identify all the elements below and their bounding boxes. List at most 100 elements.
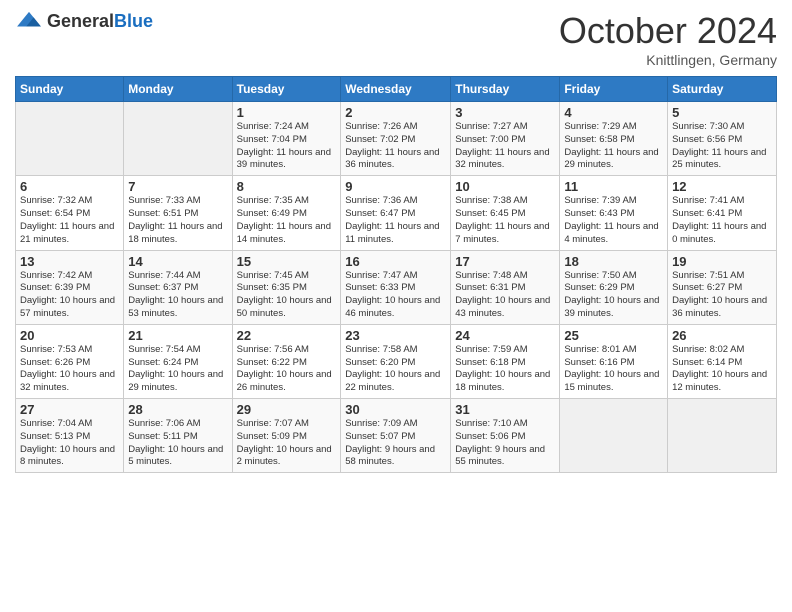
day-info: Sunrise: 7:29 AM Sunset: 6:58 PM Dayligh… (564, 121, 663, 172)
week-row-4: 20Sunrise: 7:53 AM Sunset: 6:26 PM Dayli… (16, 324, 777, 398)
week-row-2: 6Sunrise: 7:32 AM Sunset: 6:54 PM Daylig… (16, 176, 777, 250)
day-cell: 27Sunrise: 7:04 AM Sunset: 5:13 PM Dayli… (16, 399, 124, 473)
day-info: Sunrise: 7:33 AM Sunset: 6:51 PM Dayligh… (128, 195, 227, 246)
day-info: Sunrise: 7:07 AM Sunset: 5:09 PM Dayligh… (237, 418, 337, 469)
day-number: 7 (128, 179, 227, 194)
day-info: Sunrise: 7:41 AM Sunset: 6:41 PM Dayligh… (672, 195, 772, 246)
day-info: Sunrise: 7:24 AM Sunset: 7:04 PM Dayligh… (237, 121, 337, 172)
day-info: Sunrise: 7:44 AM Sunset: 6:37 PM Dayligh… (128, 270, 227, 321)
day-info: Sunrise: 7:09 AM Sunset: 5:07 PM Dayligh… (345, 418, 446, 469)
day-cell: 26Sunrise: 8:02 AM Sunset: 6:14 PM Dayli… (668, 324, 777, 398)
day-info: Sunrise: 7:48 AM Sunset: 6:31 PM Dayligh… (455, 270, 555, 321)
day-cell: 25Sunrise: 8:01 AM Sunset: 6:16 PM Dayli… (560, 324, 668, 398)
day-info: Sunrise: 7:56 AM Sunset: 6:22 PM Dayligh… (237, 344, 337, 395)
day-number: 29 (237, 402, 337, 417)
day-number: 11 (564, 179, 663, 194)
day-info: Sunrise: 7:54 AM Sunset: 6:24 PM Dayligh… (128, 344, 227, 395)
day-cell: 4Sunrise: 7:29 AM Sunset: 6:58 PM Daylig… (560, 102, 668, 176)
day-cell: 3Sunrise: 7:27 AM Sunset: 7:00 PM Daylig… (451, 102, 560, 176)
day-info: Sunrise: 7:36 AM Sunset: 6:47 PM Dayligh… (345, 195, 446, 246)
day-cell: 10Sunrise: 7:38 AM Sunset: 6:45 PM Dayli… (451, 176, 560, 250)
day-cell: 15Sunrise: 7:45 AM Sunset: 6:35 PM Dayli… (232, 250, 341, 324)
day-cell: 18Sunrise: 7:50 AM Sunset: 6:29 PM Dayli… (560, 250, 668, 324)
column-header-wednesday: Wednesday (341, 77, 451, 102)
week-row-5: 27Sunrise: 7:04 AM Sunset: 5:13 PM Dayli… (16, 399, 777, 473)
day-number: 2 (345, 105, 446, 120)
day-info: Sunrise: 7:04 AM Sunset: 5:13 PM Dayligh… (20, 418, 119, 469)
day-info: Sunrise: 7:32 AM Sunset: 6:54 PM Dayligh… (20, 195, 119, 246)
day-info: Sunrise: 7:53 AM Sunset: 6:26 PM Dayligh… (20, 344, 119, 395)
day-cell: 28Sunrise: 7:06 AM Sunset: 5:11 PM Dayli… (124, 399, 232, 473)
day-info: Sunrise: 7:42 AM Sunset: 6:39 PM Dayligh… (20, 270, 119, 321)
day-number: 6 (20, 179, 119, 194)
logo-icon (15, 10, 43, 32)
day-number: 5 (672, 105, 772, 120)
day-cell: 29Sunrise: 7:07 AM Sunset: 5:09 PM Dayli… (232, 399, 341, 473)
day-cell: 8Sunrise: 7:35 AM Sunset: 6:49 PM Daylig… (232, 176, 341, 250)
day-info: Sunrise: 7:47 AM Sunset: 6:33 PM Dayligh… (345, 270, 446, 321)
day-number: 8 (237, 179, 337, 194)
day-info: Sunrise: 7:50 AM Sunset: 6:29 PM Dayligh… (564, 270, 663, 321)
week-row-3: 13Sunrise: 7:42 AM Sunset: 6:39 PM Dayli… (16, 250, 777, 324)
day-number: 3 (455, 105, 555, 120)
day-info: Sunrise: 7:27 AM Sunset: 7:00 PM Dayligh… (455, 121, 555, 172)
day-number: 19 (672, 254, 772, 269)
column-header-monday: Monday (124, 77, 232, 102)
day-number: 13 (20, 254, 119, 269)
day-cell: 6Sunrise: 7:32 AM Sunset: 6:54 PM Daylig… (16, 176, 124, 250)
day-info: Sunrise: 7:35 AM Sunset: 6:49 PM Dayligh… (237, 195, 337, 246)
day-cell: 31Sunrise: 7:10 AM Sunset: 5:06 PM Dayli… (451, 399, 560, 473)
month-year-title: October 2024 (559, 10, 777, 52)
day-cell: 7Sunrise: 7:33 AM Sunset: 6:51 PM Daylig… (124, 176, 232, 250)
day-number: 18 (564, 254, 663, 269)
day-number: 23 (345, 328, 446, 343)
day-number: 9 (345, 179, 446, 194)
day-info: Sunrise: 7:58 AM Sunset: 6:20 PM Dayligh… (345, 344, 446, 395)
day-number: 22 (237, 328, 337, 343)
column-header-sunday: Sunday (16, 77, 124, 102)
day-cell: 20Sunrise: 7:53 AM Sunset: 6:26 PM Dayli… (16, 324, 124, 398)
day-cell: 14Sunrise: 7:44 AM Sunset: 6:37 PM Dayli… (124, 250, 232, 324)
day-info: Sunrise: 7:38 AM Sunset: 6:45 PM Dayligh… (455, 195, 555, 246)
day-cell: 24Sunrise: 7:59 AM Sunset: 6:18 PM Dayli… (451, 324, 560, 398)
day-number: 14 (128, 254, 227, 269)
column-header-friday: Friday (560, 77, 668, 102)
logo-general-text: General (47, 11, 114, 31)
day-info: Sunrise: 7:26 AM Sunset: 7:02 PM Dayligh… (345, 121, 446, 172)
day-cell: 22Sunrise: 7:56 AM Sunset: 6:22 PM Dayli… (232, 324, 341, 398)
day-cell: 13Sunrise: 7:42 AM Sunset: 6:39 PM Dayli… (16, 250, 124, 324)
day-cell: 1Sunrise: 7:24 AM Sunset: 7:04 PM Daylig… (232, 102, 341, 176)
day-number: 24 (455, 328, 555, 343)
day-cell: 5Sunrise: 7:30 AM Sunset: 6:56 PM Daylig… (668, 102, 777, 176)
header-row: SundayMondayTuesdayWednesdayThursdayFrid… (16, 77, 777, 102)
day-number: 15 (237, 254, 337, 269)
day-number: 17 (455, 254, 555, 269)
day-number: 16 (345, 254, 446, 269)
day-number: 20 (20, 328, 119, 343)
day-cell: 16Sunrise: 7:47 AM Sunset: 6:33 PM Dayli… (341, 250, 451, 324)
day-cell: 9Sunrise: 7:36 AM Sunset: 6:47 PM Daylig… (341, 176, 451, 250)
day-cell: 2Sunrise: 7:26 AM Sunset: 7:02 PM Daylig… (341, 102, 451, 176)
day-cell (560, 399, 668, 473)
column-header-saturday: Saturday (668, 77, 777, 102)
column-header-thursday: Thursday (451, 77, 560, 102)
day-number: 1 (237, 105, 337, 120)
day-number: 12 (672, 179, 772, 194)
day-cell: 30Sunrise: 7:09 AM Sunset: 5:07 PM Dayli… (341, 399, 451, 473)
day-info: Sunrise: 7:10 AM Sunset: 5:06 PM Dayligh… (455, 418, 555, 469)
day-cell: 17Sunrise: 7:48 AM Sunset: 6:31 PM Dayli… (451, 250, 560, 324)
day-info: Sunrise: 7:30 AM Sunset: 6:56 PM Dayligh… (672, 121, 772, 172)
logo-blue-text: Blue (114, 11, 153, 31)
day-number: 25 (564, 328, 663, 343)
day-number: 21 (128, 328, 227, 343)
calendar-table: SundayMondayTuesdayWednesdayThursdayFrid… (15, 76, 777, 473)
day-info: Sunrise: 7:45 AM Sunset: 6:35 PM Dayligh… (237, 270, 337, 321)
week-row-1: 1Sunrise: 7:24 AM Sunset: 7:04 PM Daylig… (16, 102, 777, 176)
location-text: Knittlingen, Germany (559, 52, 777, 68)
day-info: Sunrise: 7:51 AM Sunset: 6:27 PM Dayligh… (672, 270, 772, 321)
day-info: Sunrise: 7:06 AM Sunset: 5:11 PM Dayligh… (128, 418, 227, 469)
day-number: 31 (455, 402, 555, 417)
day-cell (16, 102, 124, 176)
day-number: 30 (345, 402, 446, 417)
day-number: 10 (455, 179, 555, 194)
